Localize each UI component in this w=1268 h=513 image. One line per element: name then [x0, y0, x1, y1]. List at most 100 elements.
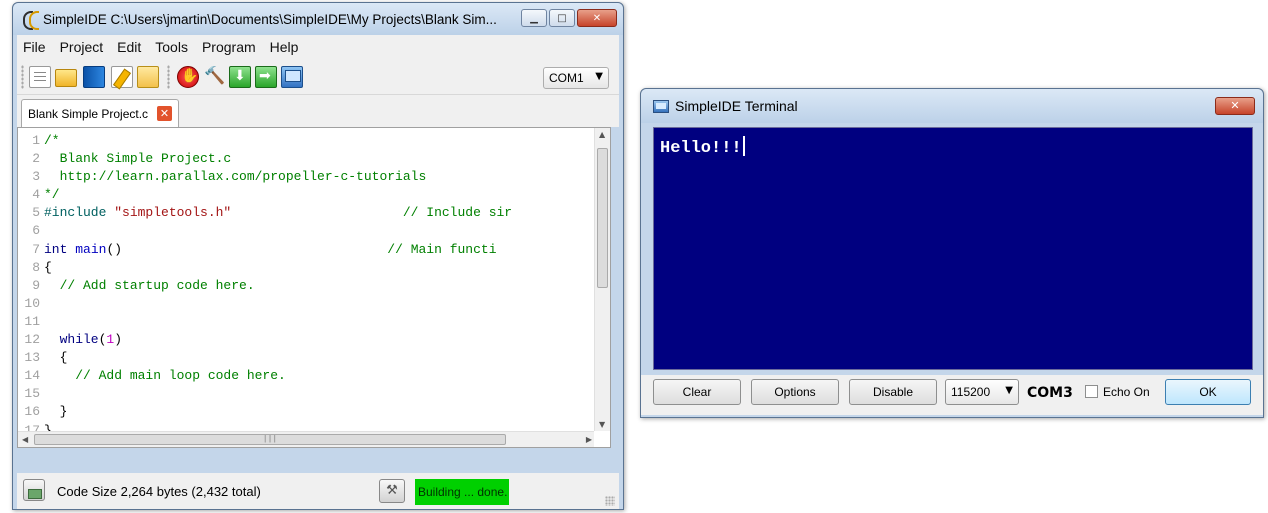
line-number: 8	[32, 259, 40, 275]
code-token: // Add main loop code here.	[44, 368, 286, 384]
code-token: int	[44, 241, 76, 257]
folder-icon[interactable]	[137, 66, 159, 88]
code-token: "simpletools.h"	[114, 205, 232, 221]
scroll-left-icon[interactable]: ◀	[22, 435, 28, 444]
line-number: 4	[32, 187, 40, 203]
ide-window-title: SimpleIDE C:\Users\jmartin\Documents\Sim…	[43, 11, 497, 27]
disable-button[interactable]: Disable	[849, 379, 937, 405]
open-folder-icon[interactable]	[55, 69, 77, 87]
menu-bar: File Project Edit Tools Program Help	[17, 35, 619, 59]
horizontal-scroll-thumb[interactable]: |||	[34, 434, 506, 445]
simpleide-logo-icon	[21, 10, 39, 30]
vertical-scroll-thumb[interactable]	[597, 148, 608, 288]
status-bar: Code Size 2,264 bytes (2,432 total) ⚒ Bu…	[17, 473, 619, 509]
stop-icon[interactable]	[177, 66, 199, 88]
minimize-button[interactable]: ▁	[521, 9, 547, 27]
text-cursor	[742, 136, 745, 156]
load-download-icon[interactable]	[229, 66, 251, 88]
code-lines: 1 /* 2 Blank Simple Project.c 3 http://lear…	[18, 132, 594, 440]
resize-grip-icon[interactable]	[605, 496, 615, 506]
close-button[interactable]: ✕	[577, 9, 617, 27]
clear-button[interactable]: Clear	[653, 379, 741, 405]
tab-strip: Blank Simple Project.c ✕	[17, 95, 619, 127]
horizontal-scrollbar[interactable]: ◀ ||| ▶	[18, 431, 594, 447]
terminal-controls: Clear Options Disable 115200 ▼ COM3 Echo…	[641, 375, 1263, 415]
options-button[interactable]: Options	[751, 379, 839, 405]
code-line: 13 {	[18, 349, 594, 367]
terminal-window-icon	[653, 99, 669, 113]
menu-project[interactable]: Project	[60, 39, 104, 55]
terminal-output-text: Hello!!!	[660, 139, 742, 158]
code-token: */	[44, 187, 60, 203]
vertical-scrollbar[interactable]: ▲ ▼	[594, 128, 610, 431]
code-token: // Include sir	[231, 205, 513, 221]
code-line: 8{	[18, 259, 594, 277]
code-token: http://learn.parallax.com/propeller-c-tu…	[44, 169, 427, 185]
echo-on-label[interactable]: Echo On	[1103, 385, 1150, 399]
line-number: 2	[32, 151, 40, 167]
menu-tools[interactable]: Tools	[155, 39, 188, 55]
code-line: 12 while(1)	[18, 331, 594, 349]
line-number: 16	[24, 404, 40, 420]
terminal-output[interactable]: Hello!!!	[653, 127, 1253, 370]
code-token: /*	[44, 133, 60, 148]
edit-icon[interactable]	[111, 66, 133, 88]
toolbar-separator	[167, 65, 170, 89]
code-token: #include	[44, 205, 115, 221]
code-line: 15	[18, 385, 594, 403]
line-number: 1	[32, 133, 40, 148]
echo-on-checkbox[interactable]	[1085, 385, 1098, 398]
scroll-right-icon[interactable]: ▶	[586, 435, 592, 444]
project-manager-icon[interactable]	[23, 479, 45, 501]
code-token: // Main functi	[122, 241, 497, 257]
build-status-icon[interactable]: ⚒	[379, 479, 405, 503]
menu-edit[interactable]: Edit	[117, 39, 141, 55]
run-arrow-icon[interactable]	[255, 66, 277, 88]
code-token: while	[44, 332, 99, 348]
code-token: )	[114, 332, 123, 348]
code-size-label: Code Size 2,264 bytes (2,432 total)	[57, 484, 261, 499]
terminal-icon[interactable]	[281, 66, 303, 88]
code-line: 1 /*	[18, 132, 594, 150]
new-file-icon[interactable]	[29, 66, 51, 88]
toolbar-grip[interactable]	[21, 65, 24, 89]
code-line: 6	[18, 222, 594, 240]
menu-program[interactable]: Program	[202, 39, 256, 55]
terminal-close-button[interactable]: ✕	[1215, 97, 1255, 115]
build-hammer-icon[interactable]	[203, 66, 225, 88]
ide-title-bar[interactable]: SimpleIDE C:\Users\jmartin\Documents\Sim…	[13, 3, 623, 35]
baud-rate-select[interactable]: 115200 ▼	[945, 379, 1019, 405]
code-editor[interactable]: 1 /* 2 Blank Simple Project.c 3 http://lear…	[17, 127, 611, 448]
line-number: 10	[24, 295, 40, 311]
code-line: 14 // Add main loop code here.	[18, 367, 594, 385]
code-line: 10	[18, 295, 594, 313]
simpleide-window: SimpleIDE C:\Users\jmartin\Documents\Sim…	[12, 2, 624, 510]
line-number: 3	[32, 169, 40, 185]
book-icon[interactable]	[83, 66, 105, 88]
port-select-value: COM1	[549, 71, 584, 85]
maximize-button[interactable]: □	[549, 9, 575, 27]
tab-close-icon[interactable]: ✕	[157, 106, 172, 121]
terminal-window-title: SimpleIDE Terminal	[675, 98, 798, 114]
code-token: }	[44, 404, 68, 420]
code-line: 5 #include "simpletools.h" // Include sir	[18, 204, 594, 222]
menu-help[interactable]: Help	[270, 39, 299, 55]
line-number: 11	[24, 313, 40, 329]
code-line: 11	[18, 313, 594, 331]
tab-blank-simple-project[interactable]: Blank Simple Project.c ✕	[21, 99, 179, 127]
code-line: 16 }	[18, 403, 594, 421]
menu-file[interactable]: File	[23, 39, 46, 55]
terminal-title-bar[interactable]: SimpleIDE Terminal ✕	[641, 89, 1263, 123]
code-line: 7 int main() // Main functi	[18, 241, 594, 259]
code-line: 3 http://learn.parallax.com/propeller-c-…	[18, 168, 594, 186]
chevron-down-icon: ▼	[595, 71, 603, 82]
scroll-down-icon[interactable]: ▼	[599, 420, 605, 429]
port-select[interactable]: COM1 ▼	[543, 67, 609, 89]
line-number: 9	[32, 277, 40, 293]
baud-rate-value: 115200	[951, 385, 991, 399]
scroll-up-icon[interactable]: ▲	[599, 130, 605, 139]
ok-button[interactable]: OK	[1165, 379, 1251, 405]
code-token: main	[75, 241, 107, 257]
line-number: 13	[24, 350, 40, 366]
line-number: 5	[32, 205, 40, 221]
